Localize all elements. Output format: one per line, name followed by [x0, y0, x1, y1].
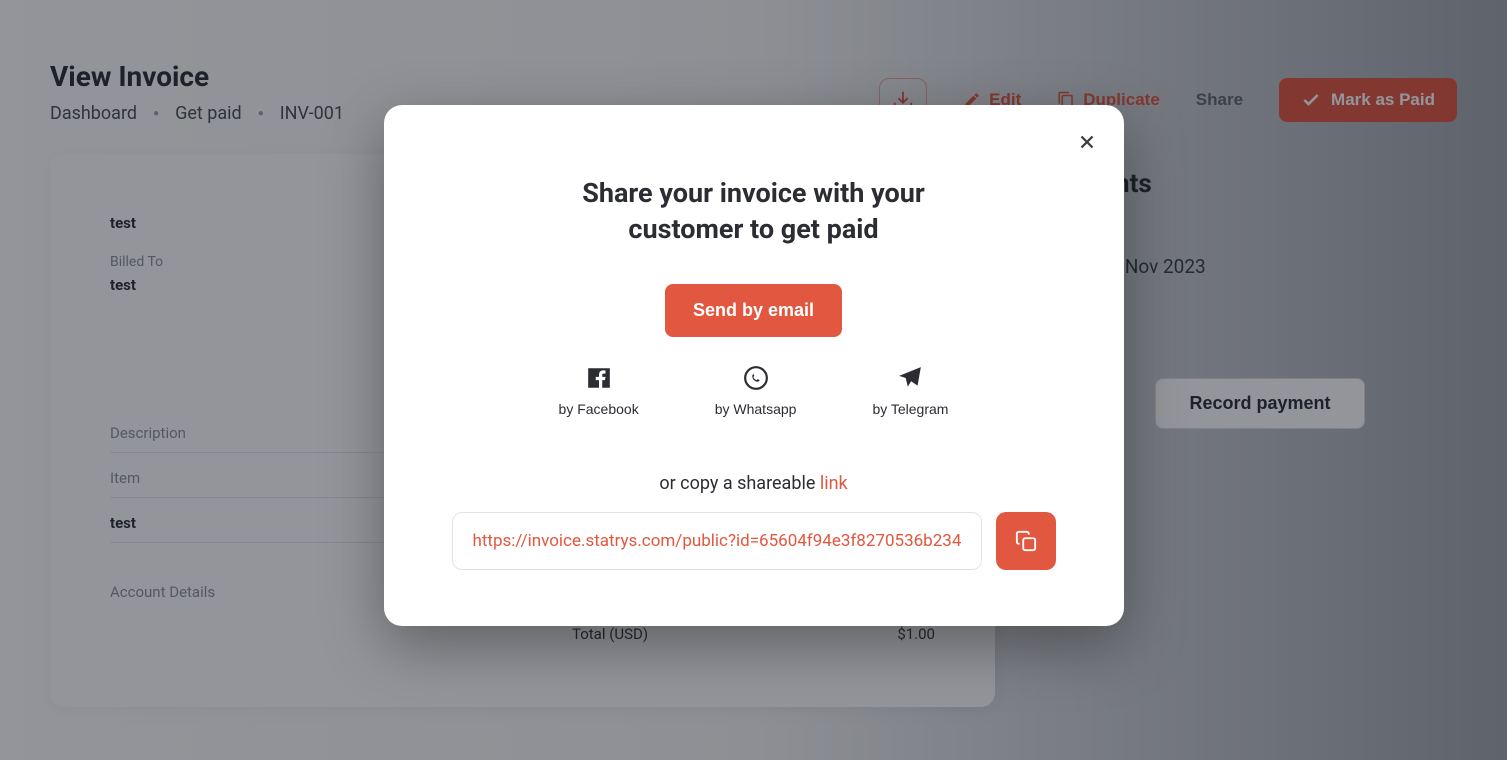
share-text: or copy a shareable link [424, 473, 1084, 494]
whatsapp-icon [743, 365, 769, 391]
share-modal: Share your invoice with your customer to… [384, 105, 1124, 626]
copy-link-button[interactable] [996, 512, 1056, 570]
send-by-email-button[interactable]: Send by email [665, 284, 842, 337]
whatsapp-label: by Whatsapp [715, 401, 797, 417]
share-telegram-button[interactable]: by Telegram [872, 365, 948, 417]
share-text-prefix: or copy a shareable [659, 473, 820, 494]
share-text-link: link [820, 473, 848, 494]
telegram-icon [897, 365, 923, 391]
copy-icon [1015, 530, 1037, 552]
share-facebook-button[interactable]: by Facebook [559, 365, 639, 417]
modal-title: Share your invoice with your customer to… [544, 175, 964, 248]
close-button[interactable] [1076, 131, 1098, 153]
close-icon [1076, 131, 1098, 153]
telegram-label: by Telegram [872, 401, 948, 417]
facebook-icon [586, 365, 612, 391]
share-whatsapp-button[interactable]: by Whatsapp [715, 365, 797, 417]
link-row [424, 512, 1084, 570]
social-row: by Facebook by Whatsapp by Telegram [424, 365, 1084, 417]
facebook-label: by Facebook [559, 401, 639, 417]
modal-overlay[interactable]: Share your invoice with your customer to… [0, 0, 1507, 760]
share-url-input[interactable] [452, 512, 982, 570]
